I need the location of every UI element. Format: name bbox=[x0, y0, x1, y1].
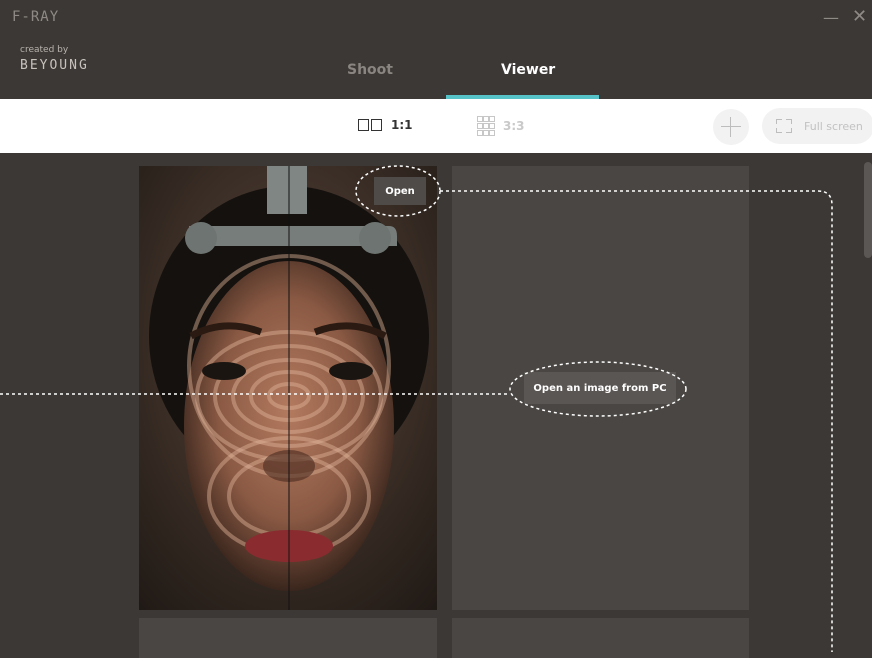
callout-overlay bbox=[0, 165, 833, 652]
